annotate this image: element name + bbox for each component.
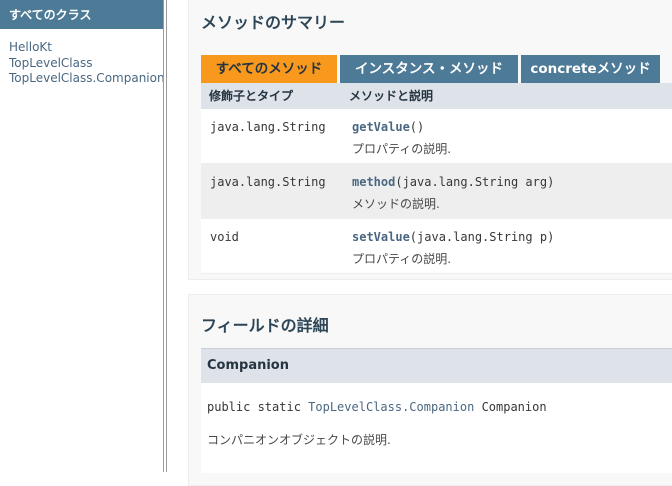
table-row: java.lang.String method(java.lang.String… [201, 164, 672, 219]
return-type: void [210, 230, 239, 244]
field-signature: public static TopLevelClass.Companion Co… [207, 400, 547, 414]
field-name: Companion [207, 358, 289, 373]
class-list: HelloKt TopLevelClass TopLevelClass.Comp… [9, 40, 165, 87]
signature-field-name: Companion [481, 400, 547, 414]
method-signature: getValue() [352, 120, 424, 134]
class-content: メソッドのサマリー すべてのメソッド インスタンス・メソッド concreteメ… [167, 0, 672, 486]
method-description: プロパティの説明. [352, 252, 452, 266]
method-params: (java.lang.String p) [409, 230, 555, 244]
class-link-toplevelclass-companion[interactable]: TopLevelClass.Companion [9, 71, 165, 87]
method-link-setvalue[interactable]: setValue [352, 230, 410, 244]
field-details-panel: フィールドの詳細 Companion public static TopLeve… [188, 294, 672, 486]
field-details-body: public static TopLevelClass.Companion Co… [201, 383, 672, 473]
tab-instance-methods[interactable]: インスタンス・メソッド [340, 55, 518, 83]
all-classes-header: すべてのクラス [0, 0, 163, 29]
column-header-modifier-type: 修飾子とタイプ [209, 89, 294, 103]
field-details-title: フィールドの詳細 [201, 316, 329, 335]
signature-modifiers: public static [207, 400, 301, 414]
method-params: (java.lang.String arg) [395, 175, 555, 189]
field-type-link[interactable]: TopLevelClass.Companion [308, 400, 474, 414]
column-header-method-description: メソッドと説明 [349, 89, 434, 103]
table-row: void setValue(java.lang.String p) プロパティの… [201, 219, 672, 274]
return-type: java.lang.String [210, 175, 326, 189]
method-params: () [409, 120, 425, 134]
method-signature: method(java.lang.String arg) [352, 175, 554, 189]
method-link-method[interactable]: method [352, 175, 395, 189]
method-summary-table: 修飾子とタイプ メソッドと説明 java.lang.String getValu… [201, 83, 672, 274]
method-link-getvalue[interactable]: getValue [352, 120, 410, 134]
method-summary-title: メソッドのサマリー [201, 13, 346, 32]
return-type: java.lang.String [210, 120, 326, 134]
method-description: プロパティの説明. [352, 142, 452, 156]
method-signature: setValue(java.lang.String p) [352, 230, 554, 244]
tab-concrete-methods[interactable]: concreteメソッド [521, 55, 660, 83]
method-description: メソッドの説明. [352, 197, 440, 211]
field-name-header: Companion [201, 348, 672, 384]
tab-all-methods[interactable]: すべてのメソッド [201, 55, 337, 83]
field-description: コンパニオンオブジェクトの説明. [207, 433, 391, 447]
class-list-frame: すべてのクラス HelloKt TopLevelClass TopLevelCl… [0, 0, 165, 472]
method-summary-panel: メソッドのサマリー すべてのメソッド インスタンス・メソッド concreteメ… [188, 0, 672, 280]
class-link-hellokt[interactable]: HelloKt [9, 40, 165, 56]
class-link-toplevelclass[interactable]: TopLevelClass [9, 56, 165, 72]
table-header: 修飾子とタイプ メソッドと説明 [201, 83, 672, 109]
table-row: java.lang.String getValue() プロパティの説明. [201, 109, 672, 164]
